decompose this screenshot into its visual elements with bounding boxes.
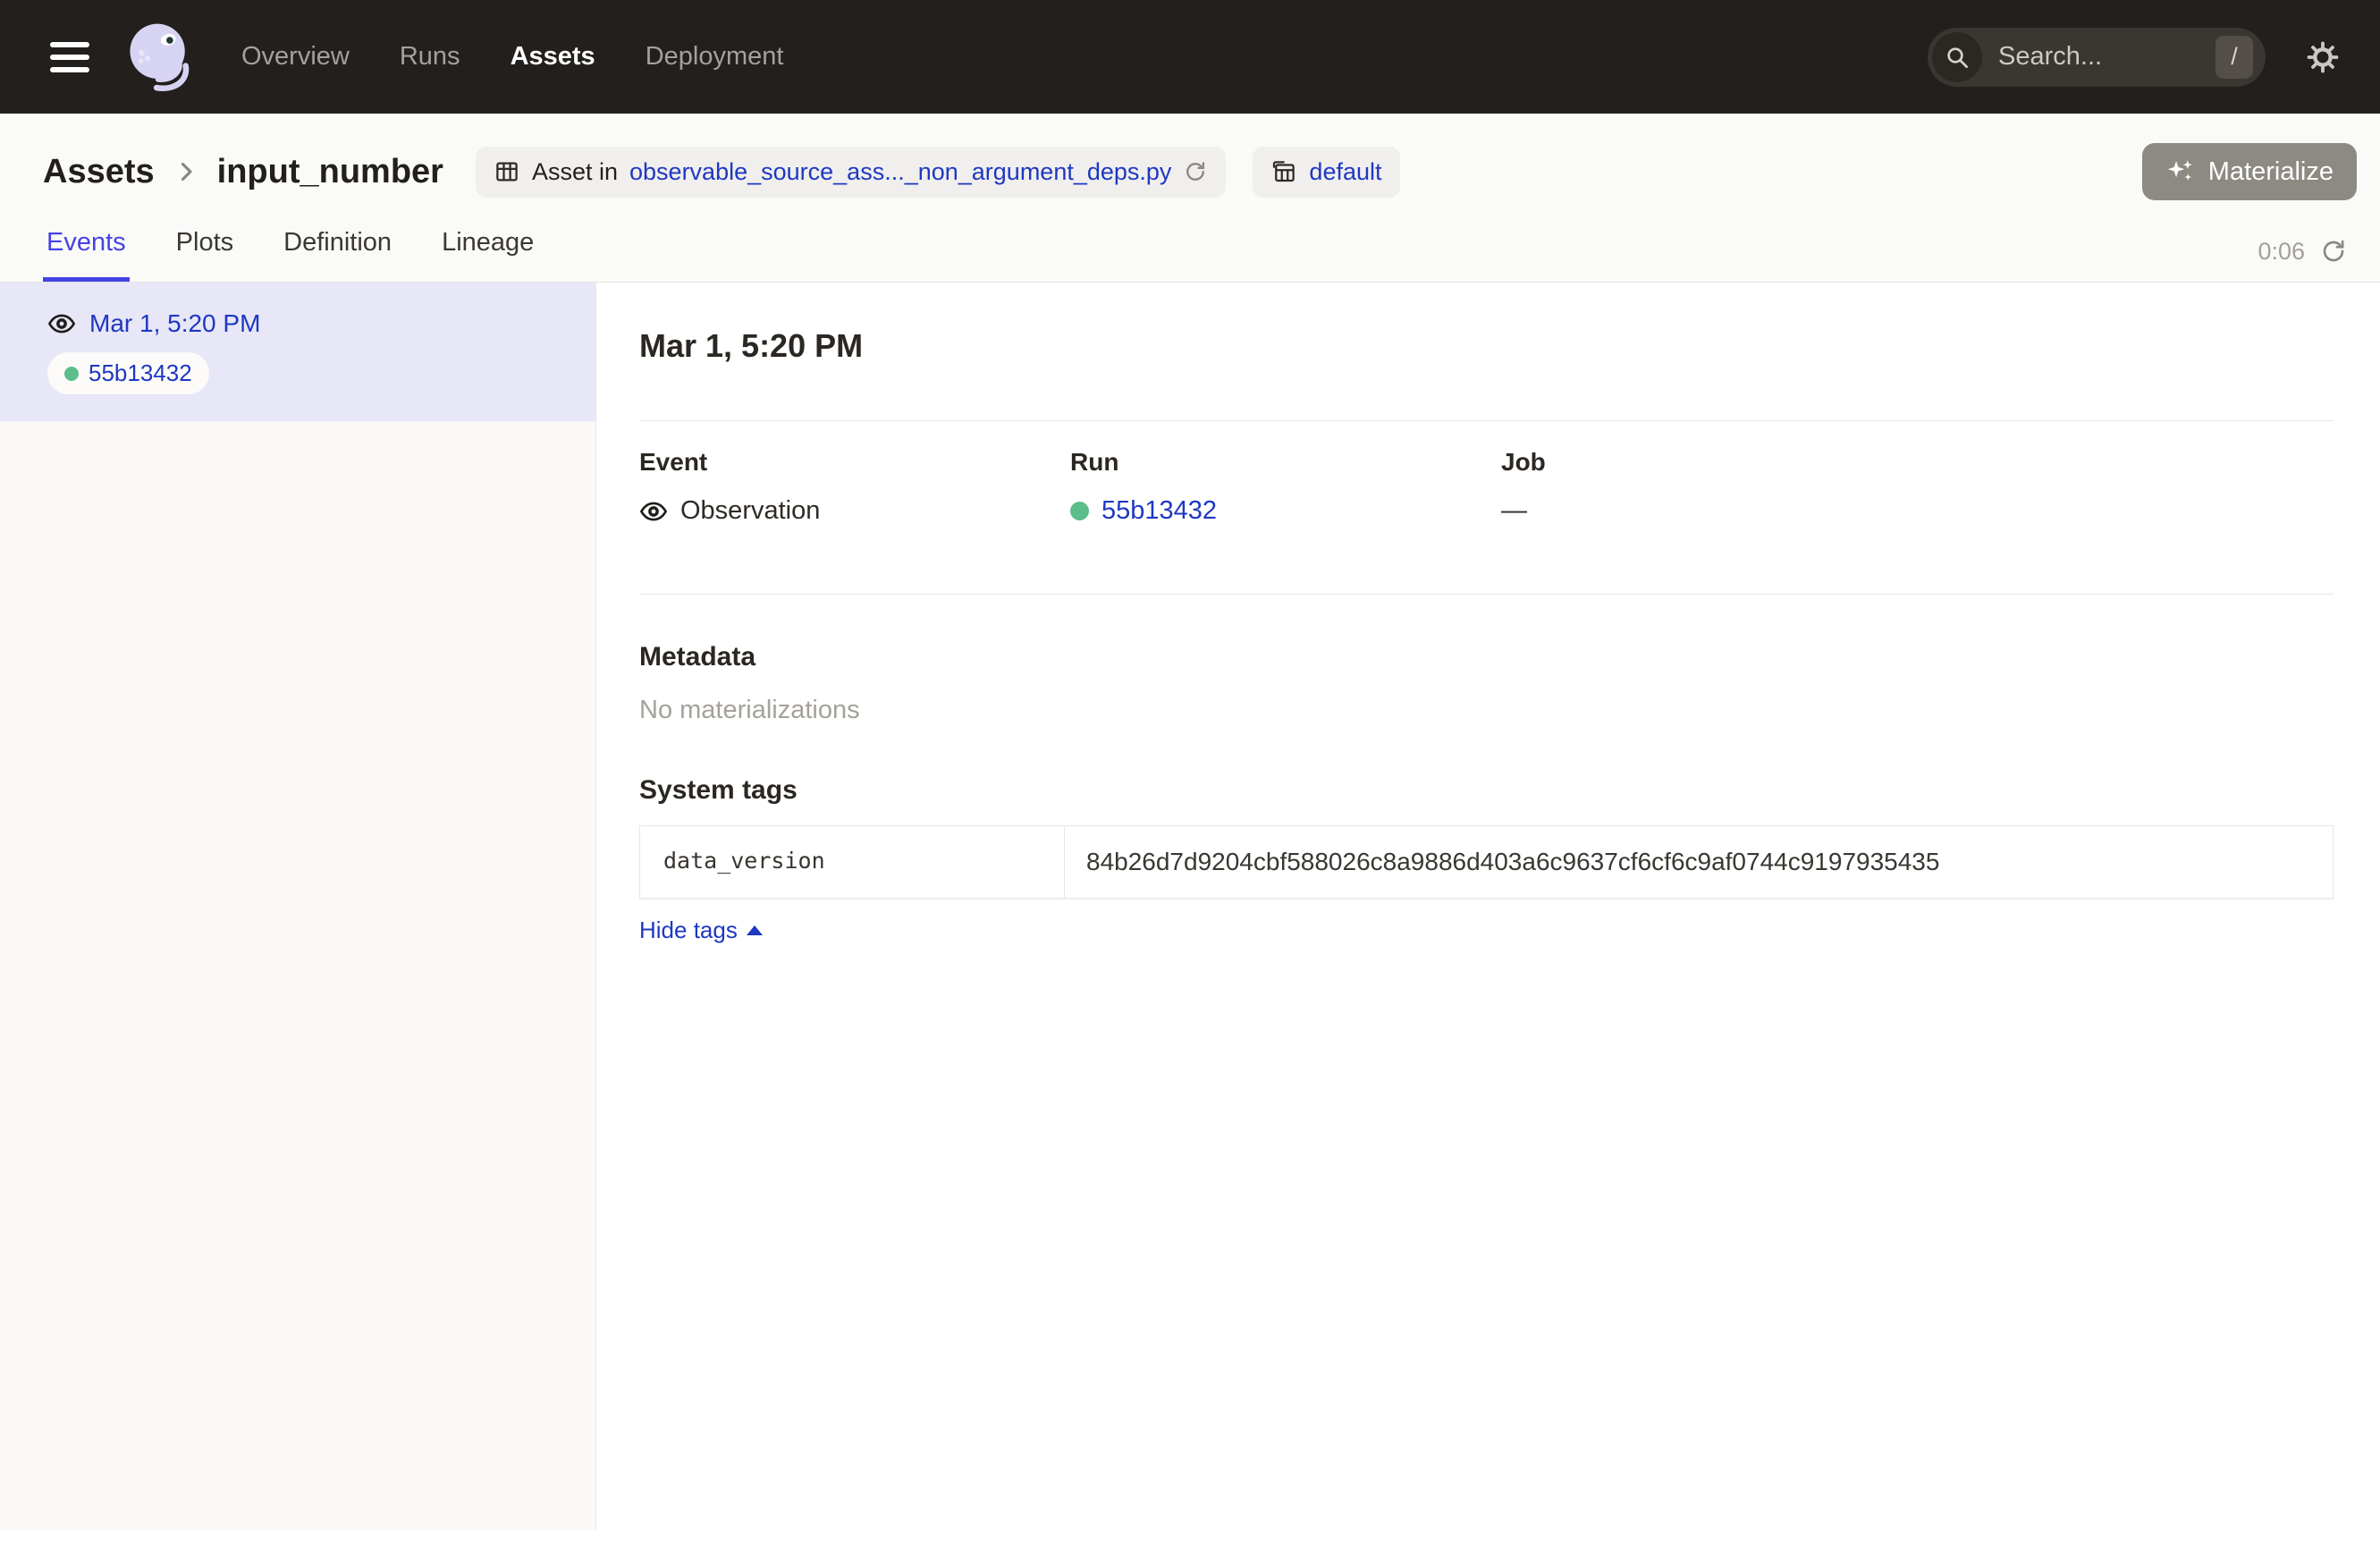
- refresh-icon: [1183, 159, 1208, 184]
- menu-button[interactable]: [50, 42, 89, 72]
- job-column-label: Job: [1501, 448, 1932, 477]
- job-value: —: [1501, 496, 1527, 526]
- nav-item-assets[interactable]: Assets: [511, 42, 595, 72]
- asset-in-label: Asset in: [532, 158, 618, 186]
- event-detail-panel: Mar 1, 5:20 PM Event Observation Run: [596, 283, 2380, 1530]
- metadata-section-title: Metadata: [639, 642, 2334, 672]
- hamburger-icon: [50, 42, 89, 47]
- tab-plots[interactable]: Plots: [173, 228, 237, 282]
- system-tags-table: data_version 84b26d7d9204cbf588026c8a988…: [639, 825, 2334, 899]
- top-nav: Overview Runs Assets Deployment /: [0, 0, 2380, 114]
- metadata-empty-text: No materializations: [639, 696, 2334, 725]
- tab-bar: Events Plots Definition Lineage 0:06: [0, 203, 2380, 283]
- eye-icon: [639, 497, 668, 526]
- search-icon: [1932, 32, 1982, 82]
- primary-nav: Overview Runs Assets Deployment: [241, 42, 783, 72]
- dagster-logo-icon[interactable]: [116, 14, 202, 100]
- settings-button[interactable]: [2305, 39, 2341, 75]
- breadcrumb-current: input_number: [217, 153, 443, 191]
- materialize-button[interactable]: Materialize: [2142, 143, 2357, 200]
- system-tags-section-title: System tags: [639, 775, 2334, 806]
- event-list-sidebar: Mar 1, 5:20 PM 55b13432: [0, 283, 596, 1530]
- tab-lineage[interactable]: Lineage: [438, 228, 537, 282]
- tab-events[interactable]: Events: [43, 228, 130, 282]
- materialize-label: Materialize: [2208, 157, 2334, 187]
- divider: [639, 420, 2334, 421]
- repo-icon: [1270, 158, 1297, 185]
- app-screen: Overview Runs Assets Deployment /: [0, 0, 2380, 1563]
- refresh-asset-button[interactable]: [1183, 159, 1208, 184]
- nav-item-runs[interactable]: Runs: [400, 42, 460, 72]
- hamburger-icon: [50, 67, 89, 72]
- refresh-countdown: 0:06: [2258, 238, 2305, 266]
- breadcrumb-assets-link[interactable]: Assets: [43, 153, 155, 191]
- tag-key-cell: data_version: [640, 826, 1065, 898]
- nav-item-deployment[interactable]: Deployment: [646, 42, 784, 72]
- event-timestamp-link[interactable]: Mar 1, 5:20 PM: [89, 309, 260, 338]
- run-column-label: Run: [1070, 448, 1501, 477]
- asset-file-link[interactable]: observable_source_ass..._non_argument_de…: [629, 158, 1171, 186]
- run-id-badge[interactable]: 55b13432: [47, 352, 209, 394]
- search-shortcut-badge: /: [2215, 36, 2253, 79]
- gear-icon: [2305, 39, 2341, 75]
- default-location-link[interactable]: default: [1309, 158, 1381, 186]
- event-column-label: Event: [639, 448, 1070, 477]
- hide-tags-label: Hide tags: [639, 917, 738, 944]
- run-id-link[interactable]: 55b13432: [1101, 496, 1217, 526]
- run-status-dot: [64, 367, 79, 381]
- code-location-pill: default: [1253, 147, 1399, 198]
- table-icon: [494, 158, 520, 185]
- hamburger-icon: [50, 55, 89, 60]
- chevron-right-icon: [171, 156, 201, 187]
- tab-definition[interactable]: Definition: [280, 228, 395, 282]
- caret-up-icon: [747, 925, 763, 935]
- sparkle-icon: [2165, 156, 2196, 187]
- event-type-value: Observation: [680, 496, 820, 526]
- run-status-dot: [1070, 502, 1089, 520]
- page-header: Assets input_number Asset in observable_…: [0, 114, 2380, 283]
- search-input[interactable]: [1982, 42, 2215, 72]
- divider: [639, 594, 2334, 595]
- tag-value-cell: 84b26d7d9204cbf588026c8a9886d403a6c9637c…: [1065, 826, 2333, 898]
- search-box[interactable]: /: [1928, 28, 2266, 87]
- nav-item-overview[interactable]: Overview: [241, 42, 350, 72]
- event-title: Mar 1, 5:20 PM: [639, 327, 2334, 365]
- event-list-item-selected[interactable]: Mar 1, 5:20 PM 55b13432: [0, 283, 595, 421]
- hide-tags-link[interactable]: Hide tags: [639, 917, 763, 944]
- asset-location-pill: Asset in observable_source_ass..._non_ar…: [476, 147, 1226, 198]
- eye-icon: [47, 309, 76, 338]
- breadcrumb: Assets input_number: [43, 153, 443, 191]
- run-id-label: 55b13432: [89, 359, 192, 387]
- refresh-events-button[interactable]: [2319, 237, 2348, 266]
- refresh-icon: [2319, 237, 2348, 266]
